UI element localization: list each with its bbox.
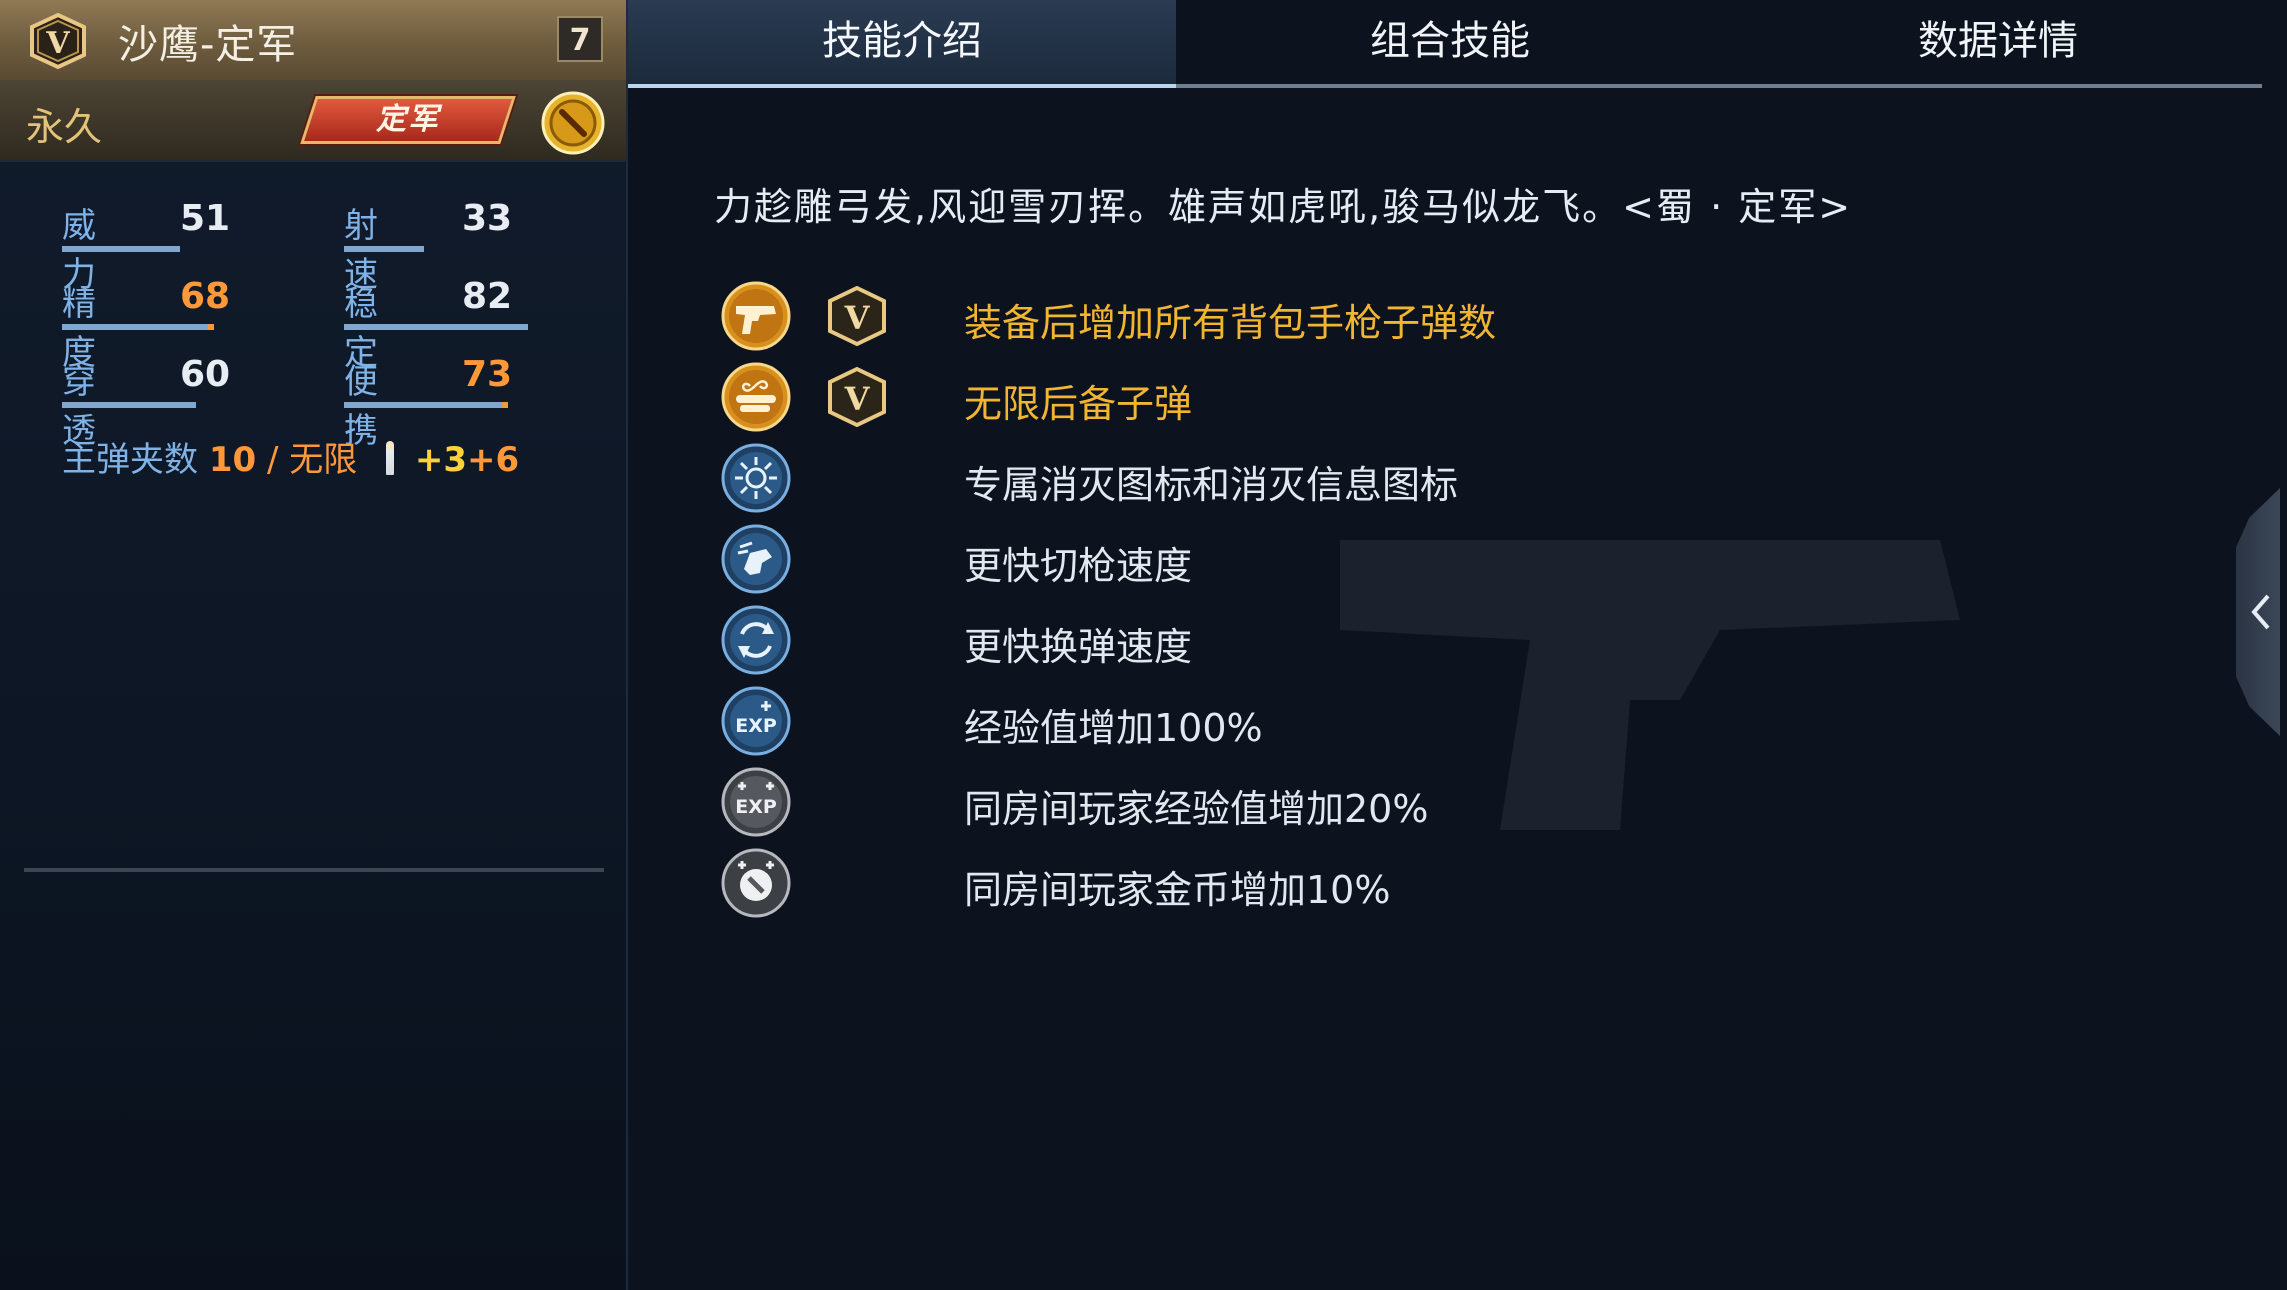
- weapon-name: 沙鹰-定军: [118, 22, 298, 68]
- ammo-reserve: 无限: [289, 440, 358, 480]
- stat-value: 68: [180, 276, 231, 317]
- stat-bar-bonus: [208, 324, 214, 330]
- skill-row: V 无限后备子弹: [716, 359, 1916, 435]
- stat-bar: [344, 324, 528, 330]
- ammo-separator: /: [266, 440, 279, 480]
- ammo-label: 主弹夹数: [62, 440, 198, 480]
- svg-text:EXP: EXP: [735, 715, 777, 737]
- svg-text:V: V: [844, 299, 871, 337]
- side-panel-toggle[interactable]: [2236, 488, 2280, 736]
- svg-text:V: V: [45, 26, 70, 61]
- tab-combo-skill[interactable]: 组合技能: [1176, 0, 1724, 84]
- bullet-icon: [386, 441, 395, 475]
- pistol-icon: [721, 281, 791, 351]
- infinite-ammo-icon: [721, 362, 791, 432]
- ammo-clip: 10: [208, 440, 257, 480]
- tab-active-indicator: [628, 84, 1176, 88]
- tab-skill-intro[interactable]: 技能介绍: [628, 0, 1176, 84]
- weapon-title-bar: V 沙鹰-定军 7: [0, 0, 626, 82]
- tab-data-details[interactable]: 数据详情: [1724, 0, 2272, 84]
- weapon-info-panel: V 沙鹰-定军 7 永久 定军 威力 51 射速 33 精度 68 稳定 82 …: [0, 0, 628, 1290]
- skill-row: 更快换弹速度: [716, 602, 1916, 678]
- stat-bar-bonus: [502, 402, 508, 408]
- skill-text: 装备后增加所有背包手枪子弹数: [964, 301, 1497, 345]
- svg-text:EXP: EXP: [735, 796, 777, 818]
- stat-bar: [344, 402, 502, 408]
- panel-divider: [24, 868, 604, 872]
- stat-bar: [62, 246, 180, 252]
- exp-icon: EXP: [721, 686, 791, 756]
- ammo-info: 主弹夹数 10 / 无限 +3+6: [62, 432, 519, 481]
- skill-text: 同房间玩家经验值增加20%: [964, 787, 1429, 831]
- kill-icon: [721, 443, 791, 513]
- skill-row: V 装备后增加所有背包手枪子弹数: [716, 278, 1916, 354]
- stat-bar: [62, 402, 196, 408]
- swap-speed-icon: [721, 524, 791, 594]
- chevron-left-icon: [2251, 594, 2270, 630]
- stat-bar: [62, 324, 208, 330]
- room-coin-icon: [721, 848, 791, 918]
- room-exp-icon: EXP: [721, 767, 791, 837]
- skill-row: 同房间玩家金币增加10%: [716, 845, 1916, 921]
- skill-text: 更快切枪速度: [964, 544, 1193, 588]
- ammo-bonus-2: +6: [467, 440, 520, 480]
- vip-v-icon: V: [828, 286, 886, 346]
- stat-value: 73: [462, 354, 513, 395]
- stat-value: 51: [180, 198, 231, 239]
- weapon-series-tag: 定军: [300, 96, 516, 144]
- weapon-quote: 力趁雕弓发,风迎雪刃挥。雄声如虎吼,骏马似龙飞。<蜀 · 定军>: [714, 185, 1853, 229]
- skill-row: EXP 经验值增加100%: [716, 683, 1916, 759]
- vip-v-icon: V: [828, 367, 886, 427]
- skill-text: 专属消灭图标和消灭信息图标: [964, 463, 1459, 507]
- stat-bar: [344, 246, 424, 252]
- svg-text:V: V: [844, 380, 871, 418]
- weapon-level-badge: 7: [557, 16, 603, 62]
- vip-v-icon: V: [30, 13, 86, 69]
- skill-row: EXP 同房间玩家经验值增加20%: [716, 764, 1916, 840]
- skill-text: 经验值增加100%: [964, 706, 1263, 750]
- stat-value: 33: [462, 198, 513, 239]
- skill-text: 同房间玩家金币增加10%: [964, 868, 1391, 912]
- skill-text: 无限后备子弹: [964, 382, 1193, 426]
- skill-row: 更快切枪速度: [716, 521, 1916, 597]
- weapon-series-tag-label: 定军: [376, 102, 440, 137]
- reload-speed-icon: [721, 605, 791, 675]
- coin-icon[interactable]: [540, 90, 606, 156]
- tab-bar: 技能介绍 组合技能 数据详情: [628, 0, 2262, 88]
- stat-value: 82: [462, 276, 513, 317]
- skill-text: 更快换弹速度: [964, 625, 1193, 669]
- ammo-bonus-1: +3: [414, 440, 468, 480]
- stat-value: 60: [180, 354, 231, 395]
- weapon-sub-bar: 永久 定军: [0, 80, 626, 162]
- skill-row: 专属消灭图标和消灭信息图标: [716, 440, 1916, 516]
- duration-label: 永久: [26, 105, 103, 149]
